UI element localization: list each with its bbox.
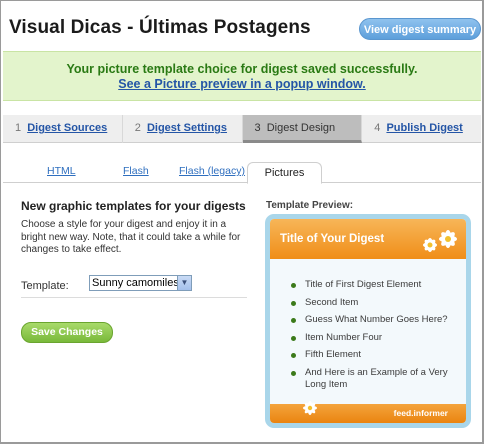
picture-preview-link[interactable]: See a Picture preview in a popup window.: [118, 77, 366, 91]
tab-pictures[interactable]: Pictures: [247, 162, 322, 184]
wizard-steps: 1 Digest Sources 2 Digest Settings 3 Dig…: [3, 115, 481, 143]
save-changes-button[interactable]: Save Changes: [21, 322, 113, 343]
chevron-down-icon[interactable]: ▼: [177, 276, 191, 290]
design-subtabs: HTML Flash Flash (legacy) Pictures: [3, 162, 481, 184]
step-number: 2: [134, 122, 141, 134]
step-label: Digest Design: [266, 122, 336, 134]
camomile-icon: [303, 401, 317, 415]
preview-title: Title of Your Digest: [280, 233, 385, 245]
step-label[interactable]: Digest Sources: [27, 122, 107, 134]
step-publish-digest[interactable]: 4 Publish Digest: [362, 115, 481, 143]
list-item: Item Number Four: [288, 332, 460, 344]
list-item: Fifth Element: [288, 349, 460, 361]
success-banner: Your picture template choice for digest …: [3, 51, 481, 101]
template-label: Template:: [21, 280, 69, 292]
divider: [21, 297, 247, 298]
step-number: 1: [15, 122, 22, 134]
section-description: Choose a style for your digest and enjoy…: [21, 219, 241, 255]
camomile-icon: [423, 230, 457, 252]
app-window: Visual Dicas - Últimas Postagens View di…: [0, 0, 484, 444]
view-digest-summary-button[interactable]: View digest summary: [359, 18, 481, 40]
tab-flash[interactable]: Flash: [123, 165, 149, 177]
preview-footer: feed.informer: [270, 401, 466, 423]
preview-header: Title of Your Digest: [270, 219, 466, 259]
preview-item-list: Title of First Digest Element Second Ite…: [288, 279, 460, 396]
list-item: Second Item: [288, 297, 460, 309]
list-item: Title of First Digest Element: [288, 279, 460, 291]
tab-html[interactable]: HTML: [47, 165, 76, 177]
list-item: Guess What Number Goes Here?: [288, 314, 460, 326]
template-select-value: Sunny camomiles: [92, 277, 179, 289]
template-select[interactable]: Sunny camomiles ▼: [89, 275, 192, 291]
feed-informer-logo: feed.informer: [393, 408, 448, 418]
step-digest-sources[interactable]: 1 Digest Sources: [3, 115, 123, 143]
step-digest-design: 3 Digest Design: [242, 115, 363, 143]
step-digest-settings[interactable]: 2 Digest Settings: [123, 115, 243, 143]
step-label[interactable]: Digest Settings: [147, 122, 227, 134]
list-item: And Here is an Example of a Very Long It…: [288, 367, 460, 391]
tab-flash-legacy[interactable]: Flash (legacy): [179, 165, 245, 177]
template-preview-heading: Template Preview:: [266, 200, 354, 211]
template-preview-card: Title of Your Digest Title of First Dige…: [265, 214, 471, 428]
page-title: Visual Dicas - Últimas Postagens: [9, 17, 311, 38]
step-label[interactable]: Publish Digest: [386, 122, 462, 134]
banner-message: Your picture template choice for digest …: [66, 62, 418, 76]
step-number: 3: [254, 122, 261, 134]
step-number: 4: [374, 122, 381, 134]
section-heading: New graphic templates for your digests: [21, 199, 246, 213]
